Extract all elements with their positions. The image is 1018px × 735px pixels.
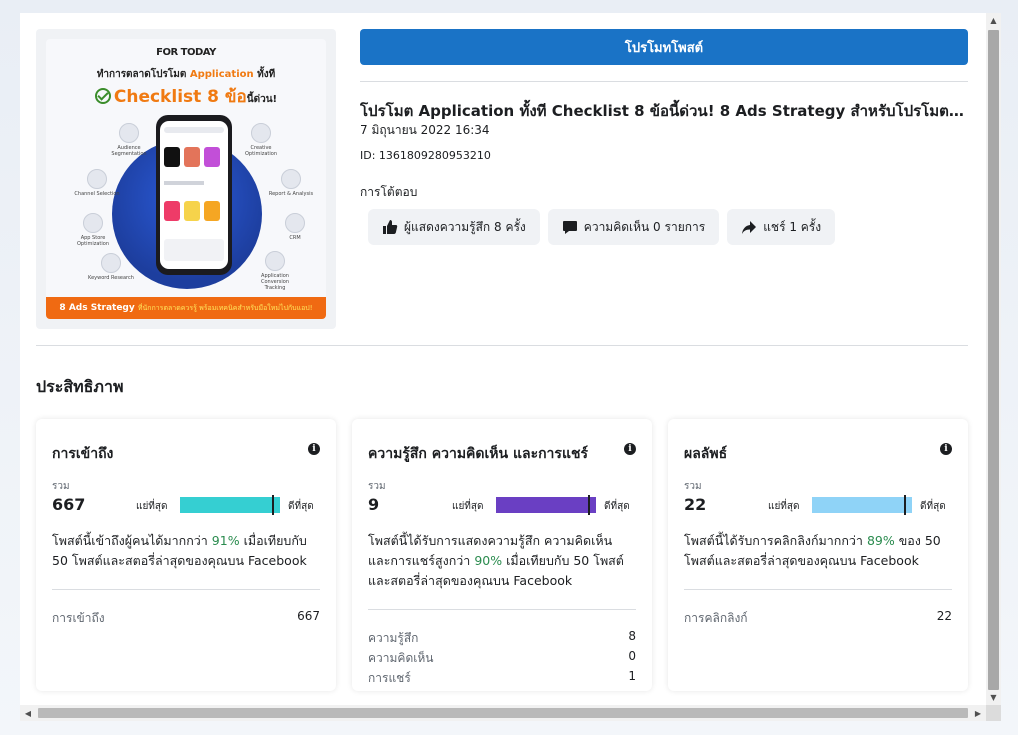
likes-pill[interactable]: ผู้แสดงความรู้สึก 8 ครั้ง xyxy=(368,209,540,245)
best-label: ดีที่สุด xyxy=(604,501,630,512)
card-title: ความรู้สึก ความคิดเห็น และการแชร์ xyxy=(368,446,588,462)
percentile-bar xyxy=(180,495,280,515)
info-icon[interactable]: i xyxy=(940,443,952,455)
post-image-brand: FOR TODAY xyxy=(156,47,216,58)
app-tile-icon xyxy=(204,201,220,221)
percentile-marker xyxy=(272,495,274,515)
feature-conversion-tracking: Application Conversion Tracking xyxy=(252,251,298,293)
post-image-headline: ทำการตลาดโปรโมต Application ทั้งที xyxy=(96,69,276,80)
feature-keyword-research: Keyword Research xyxy=(88,253,134,295)
metric-row: การคลิกลิงก์ 22 xyxy=(684,609,952,625)
metric-row: การแชร์ 1 xyxy=(368,669,636,685)
feature-creative-optimization: Creative Optimization xyxy=(238,123,284,165)
divider xyxy=(360,81,968,82)
worst-label: แย่ที่สุด xyxy=(136,501,168,512)
total-label: รวม xyxy=(368,481,386,492)
shares-pill[interactable]: แชร์ 1 ครั้ง xyxy=(727,209,836,245)
divider xyxy=(684,589,952,590)
post-id: ID: 1361809280953210 xyxy=(360,149,491,162)
percentile-marker xyxy=(904,495,906,515)
card-description: โพสต์นี้ได้รับการแสดงความรู้สึก ความคิดเ… xyxy=(368,533,624,588)
metric-row: ความรู้สึก 8 xyxy=(368,629,636,645)
feature-app-store-optimization: App Store Optimization xyxy=(70,213,116,255)
best-label: ดีที่สุด xyxy=(288,501,314,512)
post-date: 7 มิถุนายน 2022 16:34 xyxy=(360,123,490,137)
percentile-bar-fill xyxy=(180,497,280,513)
card-title: การเข้าถึง xyxy=(52,446,114,462)
horizontal-scroll-thumb[interactable] xyxy=(38,708,968,718)
app-tile-icon xyxy=(184,201,200,221)
best-label: ดีที่สุด xyxy=(920,501,946,512)
total-value: 9 xyxy=(368,495,380,514)
post-details-panel: FOR TODAY ทำการตลาดโปรโมต Application ทั… xyxy=(20,13,986,705)
worst-label: แย่ที่สุด xyxy=(768,501,800,512)
info-icon[interactable]: i xyxy=(308,443,320,455)
app-tile-icon xyxy=(164,201,180,221)
engagement-row: ผู้แสดงความรู้สึก 8 ครั้ง ความคิดเห็น 0 … xyxy=(368,209,836,245)
vertical-scroll-thumb[interactable] xyxy=(988,30,999,690)
comment-icon xyxy=(562,221,577,234)
share-icon xyxy=(742,221,757,234)
card-description: โพสต์นี้เข้าถึงผู้คนได้มากกว่า 91% เมื่อ… xyxy=(52,533,307,568)
card-description: โพสต์นี้ได้รับการคลิกลิงก์มากกว่า 89% ขอ… xyxy=(684,533,941,568)
horizontal-scrollbar[interactable]: ◀ ▶ xyxy=(20,705,986,721)
post-image-checklist-title: Checklist 8 ข้อนี้ด่วน! xyxy=(46,83,326,110)
scroll-left-arrow-icon[interactable]: ◀ xyxy=(20,705,36,721)
reach-card: การเข้าถึง i รวม 667 แย่ที่สุด ดีที่สุด … xyxy=(36,419,336,691)
scroll-up-arrow-icon[interactable]: ▲ xyxy=(986,13,1001,28)
divider xyxy=(368,609,636,610)
total-label: รวม xyxy=(684,481,702,492)
performance-title: ประสิทธิภาพ xyxy=(36,377,124,396)
comments-count: ความคิดเห็น 0 รายการ xyxy=(583,219,706,234)
percentile-bar xyxy=(812,495,912,515)
card-title: ผลลัพธ์ xyxy=(684,446,728,462)
post-title[interactable]: โปรโมต Application ทั้งที Checklist 8 ข้… xyxy=(360,99,968,123)
feature-report-analysis: Report & Analysis xyxy=(268,169,314,211)
app-tile-icon xyxy=(164,147,180,167)
percentile-marker xyxy=(588,495,590,515)
metric-row: ความคิดเห็น 0 xyxy=(368,649,636,665)
scroll-down-arrow-icon[interactable]: ▼ xyxy=(986,690,1001,705)
percentile-bar-fill xyxy=(812,497,912,513)
total-value: 22 xyxy=(684,495,707,514)
results-card: ผลลัพธ์ i รวม 22 แย่ที่สุด ดีที่สุด โพสต… xyxy=(668,419,968,691)
app-tile-icon xyxy=(184,147,200,167)
vertical-scrollbar[interactable]: ▲ ▼ xyxy=(986,13,1001,705)
scrollbar-corner xyxy=(986,705,1001,721)
divider xyxy=(36,345,968,346)
likes-count: ผู้แสดงความรู้สึก 8 ครั้ง xyxy=(404,219,526,234)
app-tile-icon xyxy=(204,147,220,167)
worst-label: แย่ที่สุด xyxy=(452,501,484,512)
total-label: รวม xyxy=(52,481,70,492)
thumbs-up-icon xyxy=(383,220,398,234)
promote-post-button[interactable]: โปรโมทโพสต์ xyxy=(360,29,968,65)
scroll-right-arrow-icon[interactable]: ▶ xyxy=(970,705,986,721)
divider xyxy=(52,589,320,590)
shares-count: แชร์ 1 ครั้ง xyxy=(763,219,822,234)
percentile-bar xyxy=(496,495,596,515)
post-image-artwork: FOR TODAY ทำการตลาดโปรโมต Application ทั… xyxy=(46,39,326,319)
total-value: 667 xyxy=(52,495,86,514)
percentile-bar-fill xyxy=(496,497,596,513)
info-icon[interactable]: i xyxy=(624,443,636,455)
feature-audience-segmentation: Audience Segmentation xyxy=(106,123,152,165)
phone-illustration xyxy=(156,115,232,275)
post-image[interactable]: FOR TODAY ทำการตลาดโปรโมต Application ทั… xyxy=(36,29,336,329)
checkmark-icon xyxy=(94,88,111,104)
feature-crm: CRM xyxy=(272,213,318,255)
feature-channel-selection: Channel Selection xyxy=(74,169,120,211)
engagement-card: ความรู้สึก ความคิดเห็น และการแชร์ i รวม … xyxy=(352,419,652,691)
post-image-banner: 8 Ads Strategy ที่นักการตลาดควรรู้ พร้อม… xyxy=(46,297,326,319)
engagement-label: การโต้ตอบ xyxy=(360,185,418,199)
comments-pill[interactable]: ความคิดเห็น 0 รายการ xyxy=(547,209,720,245)
metric-row: การเข้าถึง 667 xyxy=(52,609,320,625)
